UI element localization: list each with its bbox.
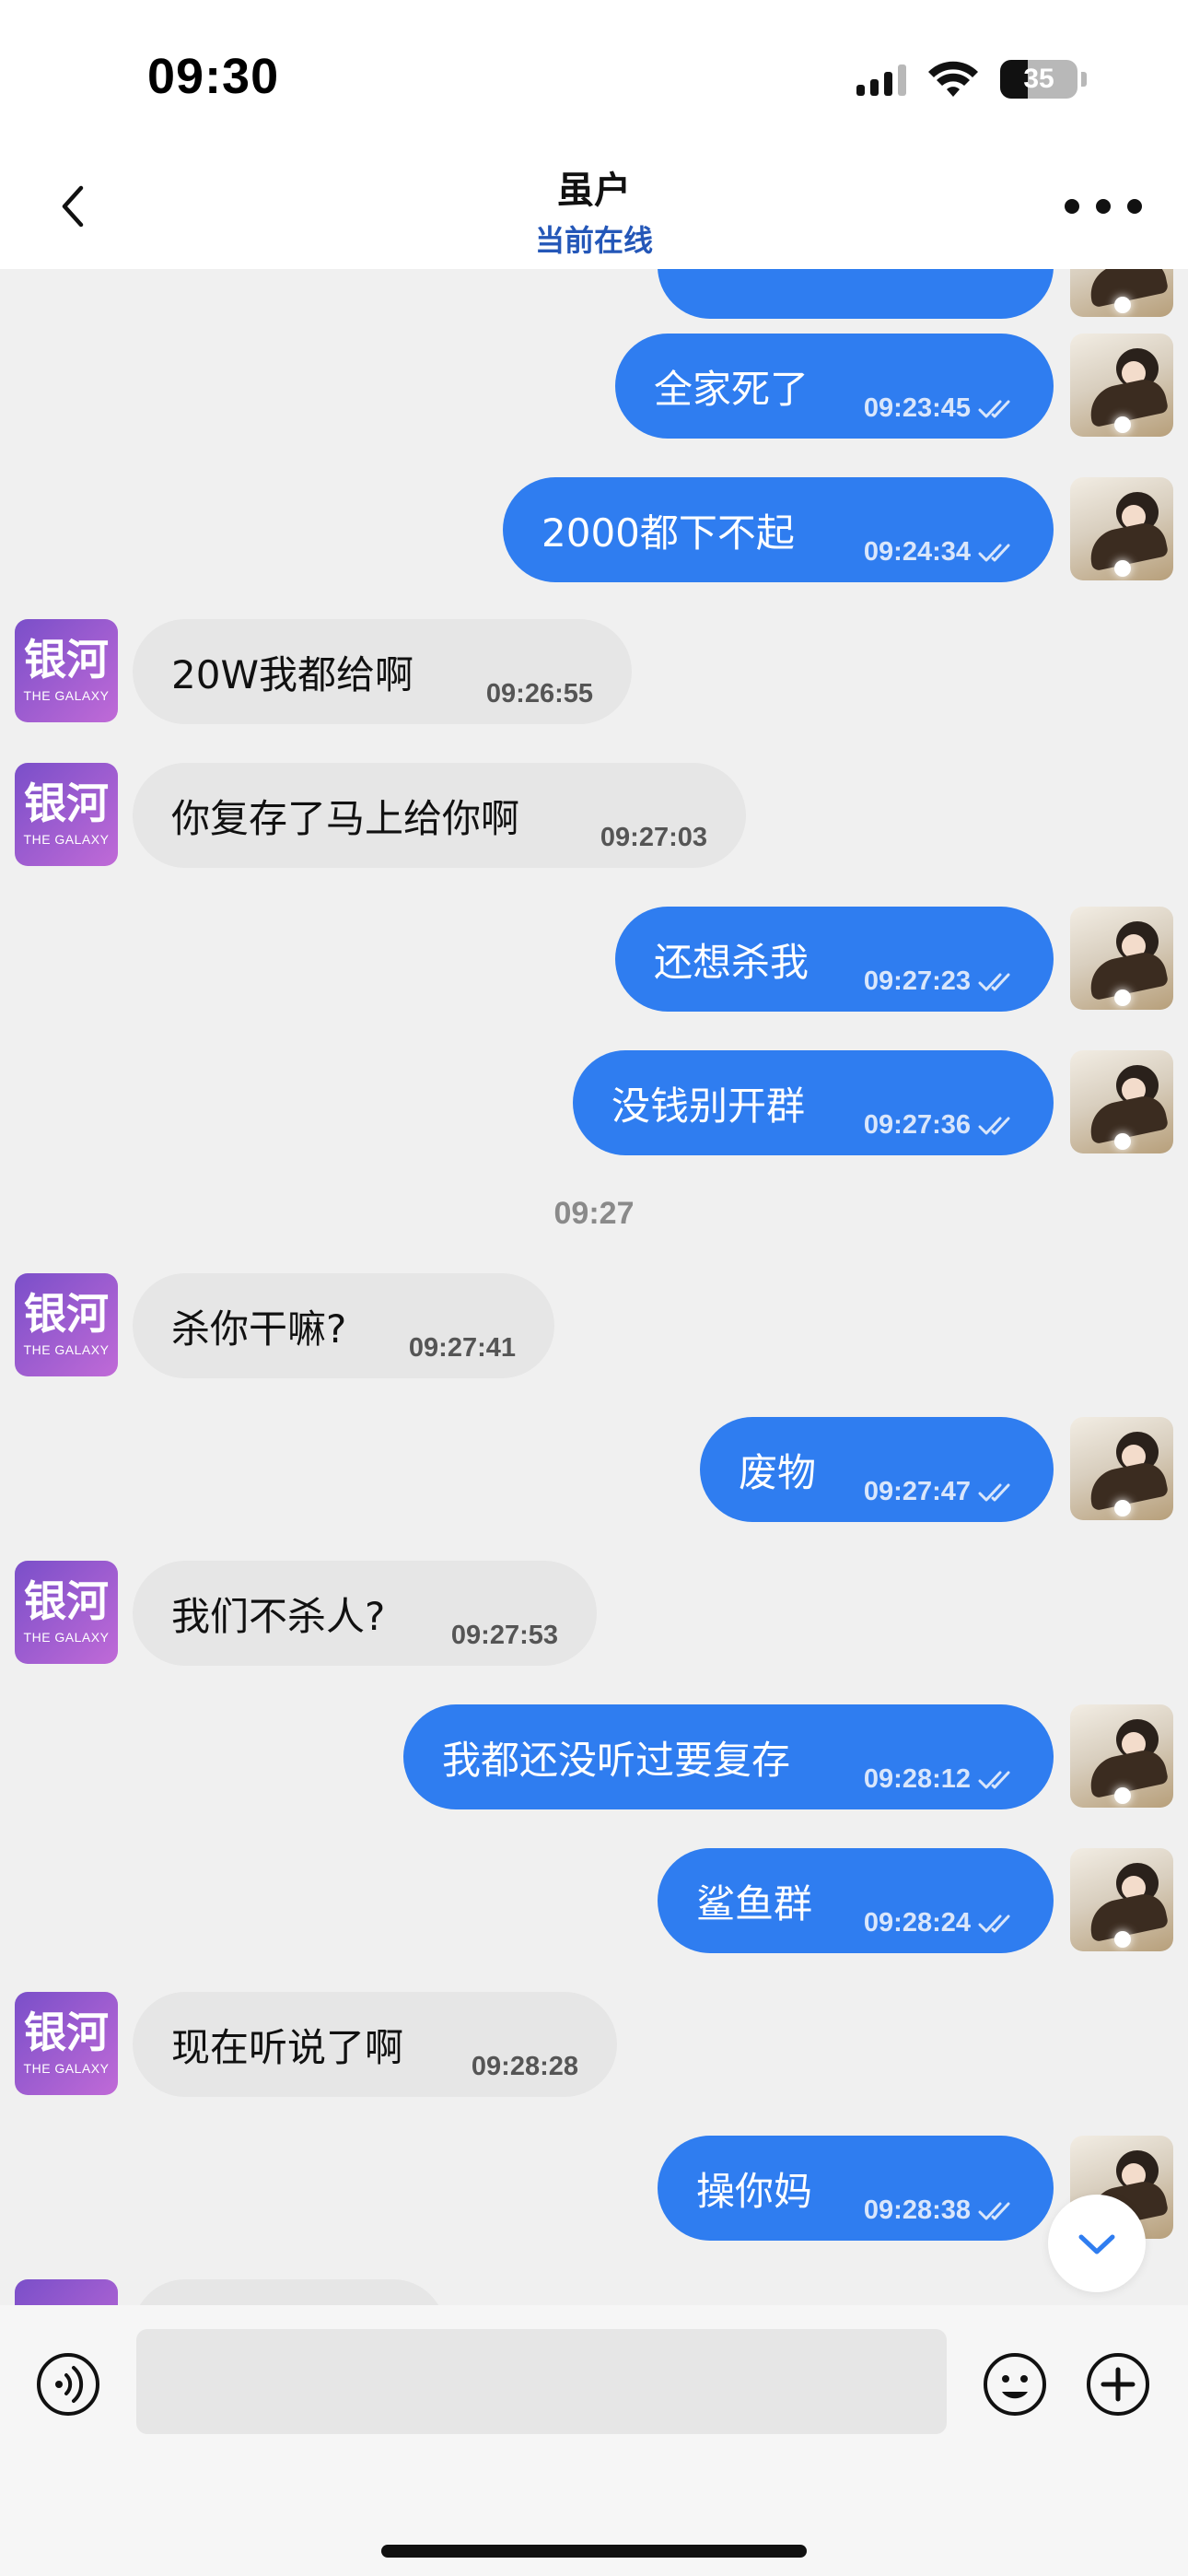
message-time: 09:28:38	[863, 2195, 971, 2225]
message-time: 09:28:12	[863, 1764, 971, 1794]
group-logo-subtext: THE GALAXY	[23, 1342, 110, 1357]
message-text: 废物	[739, 1449, 817, 1495]
group-avatar[interactable]: 银河 THE GALAXY	[15, 763, 118, 866]
message-text: 全家死了	[654, 366, 809, 412]
message-text: 你复存了马上给你啊	[171, 795, 520, 841]
group-logo-text: 银河	[24, 2008, 109, 2057]
message-time: 09:27:41	[408, 1333, 516, 1363]
group-avatar[interactable]: 银河 THE GALAXY	[15, 1273, 118, 1376]
message-time: 09:28:28	[471, 2052, 578, 2081]
message-time: 09:27:23	[863, 966, 971, 996]
group-avatar[interactable]	[15, 2279, 118, 2305]
cellular-signal-icon	[856, 63, 906, 96]
chat-title: 虽户	[557, 170, 631, 212]
status-bar: 09:30 35	[0, 0, 1188, 147]
message-time: 09:26:55	[485, 679, 593, 708]
message-text: 我们不杀人?	[171, 1593, 386, 1639]
wifi-icon	[928, 61, 978, 97]
message-incoming-partial	[0, 2279, 1188, 2305]
chevron-down-icon	[1078, 2234, 1115, 2254]
user-avatar[interactable]	[1070, 1050, 1173, 1153]
double-check-icon	[978, 400, 1010, 417]
group-logo-text: 银河	[24, 779, 109, 828]
user-avatar[interactable]	[1070, 477, 1173, 580]
more-options-button[interactable]	[1065, 188, 1142, 225]
message-outgoing[interactable]: 2000都下不起 09:24:34	[0, 477, 1188, 582]
user-avatar[interactable]	[1070, 1704, 1173, 1808]
group-logo-text: 银河	[24, 1289, 109, 1339]
double-check-icon	[978, 1483, 1010, 1501]
more-dots-icon	[1065, 199, 1079, 214]
group-avatar[interactable]: 银河 THE GALAXY	[15, 619, 118, 722]
online-status: 当前在线	[534, 223, 653, 258]
scroll-to-bottom-button[interactable]	[1048, 2195, 1146, 2292]
message-outgoing[interactable]: 我都还没听过要复存 09:28:12	[0, 1704, 1188, 1809]
message-outgoing[interactable]: 鲨鱼群 09:28:24	[0, 1848, 1188, 1953]
message-time: 09:27:53	[450, 1621, 558, 1650]
message-outgoing[interactable]: 操你妈 09:28:38	[0, 2136, 1188, 2241]
group-logo-subtext: THE GALAXY	[23, 1630, 110, 1645]
message-text: 还想杀我	[654, 939, 809, 985]
message-incoming[interactable]: 银河 THE GALAXY 杀你干嘛? 09:27:41	[0, 1273, 1188, 1378]
message-outgoing[interactable]: 全家死了 09:23:45	[0, 334, 1188, 439]
user-avatar[interactable]	[1070, 907, 1173, 1010]
group-logo-text: 银河	[24, 635, 109, 685]
message-outgoing[interactable]: 没钱别开群 09:27:36	[0, 1050, 1188, 1155]
message-text: 鲨鱼群	[696, 1880, 813, 1926]
group-avatar[interactable]: 银河 THE GALAXY	[15, 1561, 118, 1664]
message-time: 09:28:24	[863, 1908, 971, 1938]
user-avatar[interactable]	[1070, 334, 1173, 437]
message-time: 09:27:47	[863, 1477, 971, 1506]
message-text: 现在听说了啊	[171, 2024, 404, 2070]
message-input[interactable]	[136, 2329, 947, 2434]
message-text: 杀你干嘛?	[171, 1306, 347, 1352]
group-logo-subtext: THE GALAXY	[23, 2061, 110, 2076]
message-time: 09:24:34	[863, 537, 971, 567]
battery-level: 35	[1023, 64, 1054, 94]
group-logo-subtext: THE GALAXY	[23, 688, 110, 703]
message-text: 20W我都给啊	[171, 651, 413, 697]
message-incoming[interactable]: 银河 THE GALAXY 我们不杀人? 09:27:53	[0, 1561, 1188, 1666]
message-outgoing[interactable]: 还想杀我 09:27:23	[0, 907, 1188, 1012]
message-text: 2000都下不起	[542, 509, 795, 556]
message-list[interactable]: 全家死了 09:23:45 2000都下不起 09:24:34 银河 THE G…	[0, 269, 1188, 2305]
emoji-icon[interactable]	[982, 2351, 1048, 2418]
double-check-icon	[978, 2202, 1010, 2219]
message-text: 没钱别开群	[611, 1083, 806, 1129]
message-outgoing-partial	[0, 269, 1188, 319]
double-check-icon	[978, 1117, 1010, 1134]
message-time: 09:23:45	[863, 393, 971, 423]
message-incoming[interactable]: 银河 THE GALAXY 你复存了马上给你啊 09:27:03	[0, 763, 1188, 868]
voice-icon[interactable]	[35, 2351, 101, 2418]
chat-header: 虽户 当前在线	[0, 147, 1188, 269]
message-time: 09:27:03	[600, 823, 707, 852]
double-check-icon	[978, 544, 1010, 561]
double-check-icon	[978, 1771, 1010, 1788]
status-icons: 35	[856, 53, 1087, 105]
message-time: 09:27:36	[863, 1110, 971, 1140]
message-incoming[interactable]: 银河 THE GALAXY 现在听说了啊 09:28:28	[0, 1992, 1188, 2097]
double-check-icon	[978, 1914, 1010, 1932]
message-text: 我都还没听过要复存	[442, 1737, 791, 1783]
home-indicator	[381, 2545, 807, 2558]
plus-icon[interactable]	[1085, 2351, 1151, 2418]
group-logo-text: 银河	[24, 1576, 109, 1626]
status-time: 09:30	[147, 49, 280, 104]
double-check-icon	[978, 973, 1010, 990]
timestamp-divider: 09:27	[553, 1196, 635, 1231]
message-text: 操你妈	[696, 2168, 813, 2214]
battery-icon: 35	[1000, 60, 1077, 99]
group-logo-subtext: THE GALAXY	[23, 832, 110, 847]
message-outgoing[interactable]: 废物 09:27:47	[0, 1417, 1188, 1522]
group-avatar[interactable]: 银河 THE GALAXY	[15, 1992, 118, 2095]
user-avatar[interactable]	[1070, 1848, 1173, 1951]
message-composer	[0, 2305, 1188, 2576]
user-avatar[interactable]	[1070, 1417, 1173, 1520]
user-avatar[interactable]	[1070, 269, 1173, 317]
message-incoming[interactable]: 银河 THE GALAXY 20W我都给啊 09:26:55	[0, 619, 1188, 724]
